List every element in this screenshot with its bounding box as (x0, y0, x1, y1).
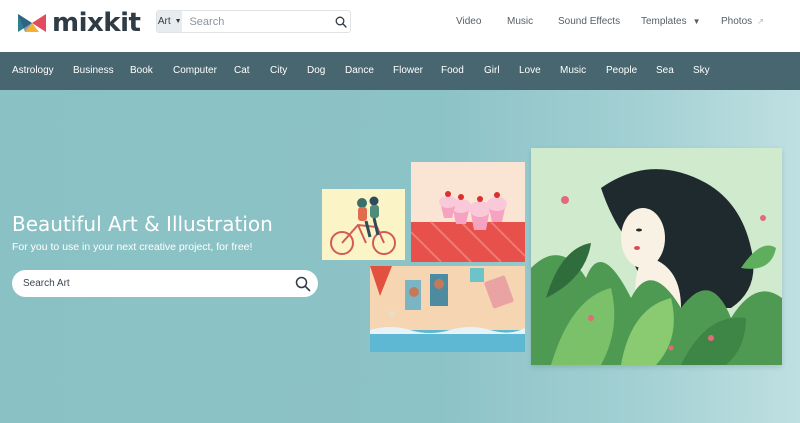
nav-photos-label: Photos (721, 16, 753, 27)
category-astrology[interactable]: Astrology (12, 65, 54, 76)
nav-templates-label: Templates (641, 16, 687, 27)
hero-search-button[interactable] (288, 270, 318, 297)
hero-title: Beautiful Art & Illustration (12, 212, 273, 236)
category-dog[interactable]: Dog (307, 65, 325, 76)
category-music[interactable]: Music (560, 65, 586, 76)
nav-music[interactable]: Music (507, 16, 533, 27)
nav-video[interactable]: Video (456, 16, 481, 27)
hero-section: Beautiful Art & Illustration For you to … (0, 90, 800, 423)
category-sky[interactable]: Sky (693, 65, 710, 76)
header-search-button[interactable] (331, 11, 350, 32)
category-cat[interactable]: Cat (234, 65, 250, 76)
category-business[interactable]: Business (73, 65, 114, 76)
category-flower[interactable]: Flower (393, 65, 423, 76)
hero-subtitle: For you to use in your next creative pro… (12, 241, 253, 253)
search-icon (295, 276, 311, 291)
caret-down-icon: ▼ (692, 17, 701, 26)
nav-templates[interactable]: Templates ▼ (641, 16, 701, 27)
search-category-label: Art (157, 16, 171, 27)
woman-leaves-illustration[interactable] (531, 148, 782, 365)
cupcakes-illustration[interactable] (411, 162, 525, 262)
caret-down-icon: ▼ (174, 18, 182, 25)
category-love[interactable]: Love (519, 65, 541, 76)
site-header: mixkit Art ▼ Video Music Sound Effects T… (0, 0, 800, 52)
category-sea[interactable]: Sea (656, 65, 674, 76)
search-icon (335, 16, 347, 28)
category-girl[interactable]: Girl (484, 65, 500, 76)
cyclist-illustration[interactable] (322, 189, 405, 260)
external-link-icon: ↗ (757, 17, 764, 26)
category-dance[interactable]: Dance (345, 65, 374, 76)
category-book[interactable]: Book (130, 65, 153, 76)
search-category-select[interactable]: Art ▼ (157, 11, 183, 32)
nav-music-label: Music (507, 16, 534, 27)
mixkit-logo-icon (18, 14, 46, 32)
header-search-input[interactable] (182, 11, 332, 32)
category-people[interactable]: People (606, 65, 637, 76)
beach-illustration[interactable] (370, 266, 525, 352)
hero-search-input[interactable] (23, 278, 288, 289)
nav-sound-effects[interactable]: Sound Effects (558, 16, 620, 27)
nav-photos[interactable]: Photos ↗ (721, 16, 764, 27)
category-computer[interactable]: Computer (173, 65, 217, 76)
nav-video-label: Video (456, 16, 482, 27)
mixkit-logo[interactable]: mixkit (18, 8, 141, 38)
category-bar: Astrology Business Book Computer Cat Cit… (0, 52, 800, 90)
category-city[interactable]: City (270, 65, 287, 76)
brand-name: mixkit (52, 8, 141, 38)
nav-sound-effects-label: Sound Effects (558, 16, 621, 27)
category-food[interactable]: Food (441, 65, 464, 76)
hero-search (12, 270, 318, 297)
header-search: Art ▼ (156, 10, 351, 33)
